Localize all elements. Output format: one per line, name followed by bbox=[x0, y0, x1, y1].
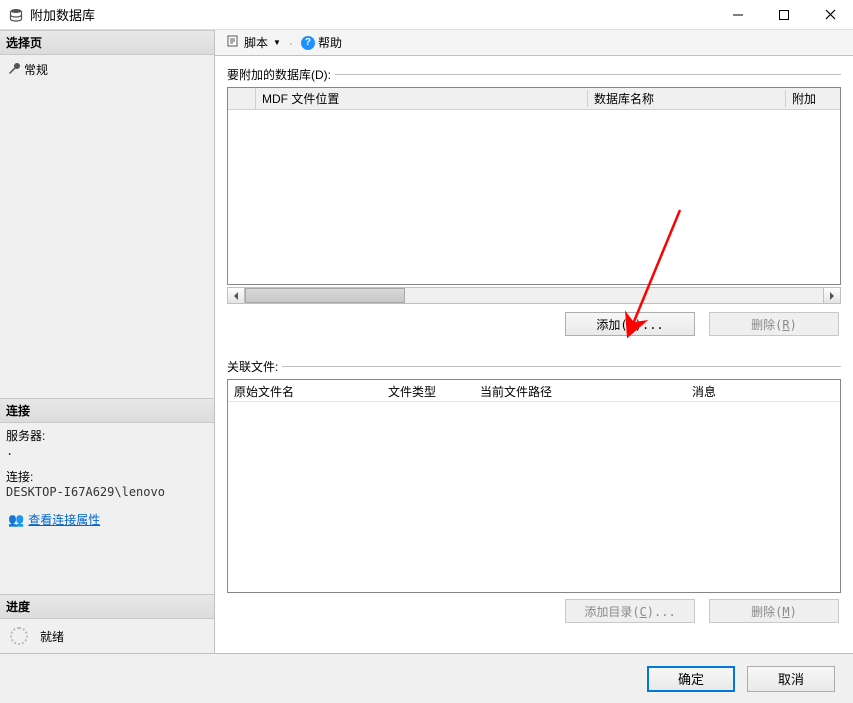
add-catalog-button: 添加目录(C)... bbox=[565, 599, 695, 623]
progress-row: 就绪 bbox=[0, 619, 214, 653]
connection-header: 连接 bbox=[0, 398, 214, 423]
window-title: 附加数据库 bbox=[30, 5, 95, 24]
dropdown-icon: ▼ bbox=[273, 38, 281, 47]
progress-status: 就绪 bbox=[40, 628, 64, 645]
sidebar-item-label: 常规 bbox=[24, 61, 48, 78]
view-connection-props-link[interactable]: 查看连接属性 bbox=[28, 511, 100, 528]
scroll-thumb[interactable] bbox=[245, 288, 405, 303]
col-orig-filename[interactable]: 原始文件名 bbox=[228, 380, 382, 401]
grid-corner bbox=[228, 88, 256, 109]
ok-button[interactable]: 确定 bbox=[647, 666, 735, 692]
add-button[interactable]: 添加(A)... bbox=[565, 312, 695, 336]
titlebar: 附加数据库 bbox=[0, 0, 853, 30]
col-message[interactable]: 消息 bbox=[686, 380, 840, 401]
sidebar-item-general[interactable]: 常规 bbox=[6, 59, 208, 80]
help-button[interactable]: ? 帮助 bbox=[297, 32, 346, 53]
progress-header: 进度 bbox=[0, 594, 214, 619]
script-dropdown[interactable]: 脚本 ▼ bbox=[223, 32, 285, 53]
server-value: . bbox=[6, 444, 208, 458]
col-current-path[interactable]: 当前文件路径 bbox=[474, 380, 686, 401]
attach-db-grid[interactable]: MDF 文件位置 数据库名称 附加 bbox=[227, 87, 841, 285]
scroll-track[interactable] bbox=[245, 288, 823, 303]
grid-hscrollbar[interactable] bbox=[227, 287, 841, 304]
remove-button: 删除(R) bbox=[709, 312, 839, 336]
connection-value: DESKTOP-I67A629\lenovo bbox=[6, 485, 208, 499]
connection-label: 连接: bbox=[6, 468, 208, 485]
minimize-button[interactable] bbox=[715, 0, 761, 30]
server-label: 服务器: bbox=[6, 427, 208, 444]
grid-body[interactable] bbox=[228, 110, 840, 284]
scroll-left-button[interactable] bbox=[228, 288, 245, 303]
help-label: 帮助 bbox=[318, 34, 342, 51]
sidebar: 选择页 常规 连接 服务器: . 连接: DESKTOP-I67A629\len… bbox=[0, 30, 215, 653]
wrench-icon bbox=[8, 62, 20, 77]
scroll-right-button[interactable] bbox=[823, 288, 840, 303]
toolbar: 脚本 ▼ · ? 帮助 bbox=[215, 30, 853, 56]
col-db-name[interactable]: 数据库名称 bbox=[588, 90, 786, 107]
col-attach[interactable]: 附加 bbox=[786, 90, 832, 107]
script-label: 脚本 bbox=[244, 34, 268, 51]
dialog-footer: 确定 取消 bbox=[0, 653, 853, 703]
script-icon bbox=[227, 35, 241, 50]
cancel-button[interactable]: 取消 bbox=[747, 666, 835, 692]
select-page-header: 选择页 bbox=[0, 30, 214, 55]
help-icon: ? bbox=[301, 36, 315, 50]
col-file-type[interactable]: 文件类型 bbox=[382, 380, 474, 401]
people-icon: 👥 bbox=[8, 512, 24, 528]
assoc-files-group: 关联文件: 原始文件名 文件类型 当前文件路径 消息 添加目录(C)... 删除… bbox=[227, 358, 841, 625]
attach-db-label: 要附加的数据库(D): bbox=[227, 66, 335, 83]
attach-db-group: 要附加的数据库(D): MDF 文件位置 数据库名称 附加 bbox=[227, 66, 841, 350]
main-panel: 脚本 ▼ · ? 帮助 要附加的数据库(D): MDF 文件位置 数据库名称 bbox=[215, 30, 853, 653]
view-connection-props[interactable]: 👥 查看连接属性 bbox=[6, 509, 208, 530]
database-icon bbox=[8, 7, 24, 23]
assoc-files-label: 关联文件: bbox=[227, 358, 282, 375]
remove-file-button: 删除(M) bbox=[709, 599, 839, 623]
spinner-icon bbox=[10, 627, 28, 645]
maximize-button[interactable] bbox=[761, 0, 807, 30]
close-button[interactable] bbox=[807, 0, 853, 30]
col-mdf-location[interactable]: MDF 文件位置 bbox=[256, 90, 588, 107]
assoc-files-grid[interactable]: 原始文件名 文件类型 当前文件路径 消息 bbox=[227, 379, 841, 593]
